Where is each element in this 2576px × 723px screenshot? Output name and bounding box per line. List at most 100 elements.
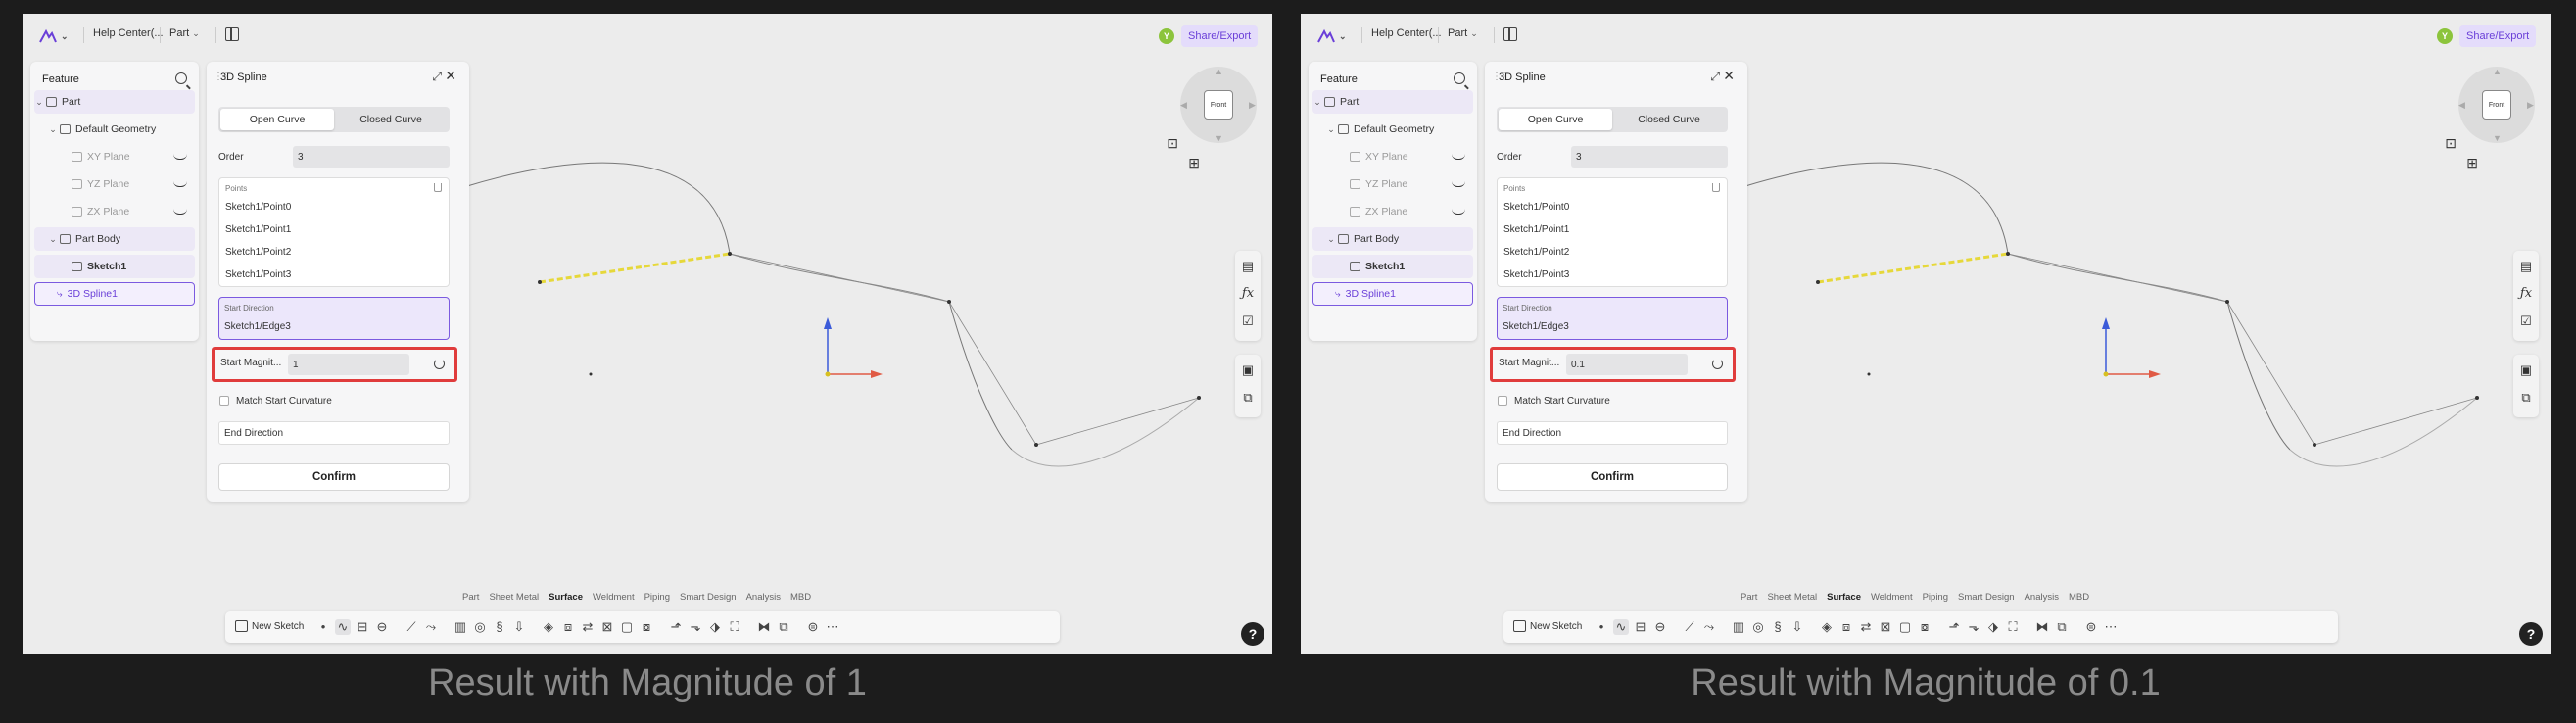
- confirm-button[interactable]: Confirm: [1497, 463, 1728, 491]
- reverse-icon[interactable]: [434, 359, 445, 369]
- chevron-down-icon[interactable]: ⌄: [1326, 124, 1336, 135]
- arrow-up-icon[interactable]: ▲: [2493, 67, 2502, 76]
- hidden-eye-icon[interactable]: [173, 154, 187, 160]
- offset-icon[interactable]: ⧈: [560, 619, 576, 635]
- arrow-down-icon[interactable]: ▼: [2493, 133, 2502, 143]
- search-icon[interactable]: [1454, 72, 1465, 84]
- tab-mbd[interactable]: MBD: [790, 592, 811, 607]
- point-item[interactable]: Sketch1/Point0: [225, 202, 291, 213]
- tree-item-yz-plane[interactable]: YZ Plane: [34, 172, 195, 196]
- curve-tool-icon[interactable]: ⤳: [423, 619, 439, 635]
- breadcrumb-part[interactable]: Part ⌄: [1448, 27, 1478, 39]
- end-direction-field[interactable]: End Direction: [218, 421, 450, 445]
- properties-icon[interactable]: ▤: [2518, 259, 2534, 274]
- tab-surface[interactable]: Surface: [1827, 592, 1861, 607]
- tab-sheet-metal[interactable]: Sheet Metal: [489, 592, 539, 607]
- fit-view-icon[interactable]: ⊡: [1167, 135, 1178, 152]
- split-icon[interactable]: ⬏: [668, 619, 684, 635]
- fill-icon[interactable]: ◈: [1819, 619, 1835, 635]
- curve-tool-icon[interactable]: ⊖: [1652, 619, 1668, 635]
- tab-analysis[interactable]: Analysis: [2025, 592, 2059, 607]
- loft-icon[interactable]: ⇩: [1789, 619, 1805, 635]
- closed-curve-option[interactable]: Closed Curve: [334, 109, 448, 130]
- tab-smart-design[interactable]: Smart Design: [680, 592, 737, 607]
- curve-tool-icon[interactable]: ⊟: [355, 619, 370, 635]
- spline-tool-icon[interactable]: ∿: [1613, 619, 1629, 635]
- hidden-eye-icon[interactable]: [173, 209, 187, 215]
- arrow-up-icon[interactable]: ▲: [1215, 67, 1223, 76]
- help-button[interactable]: ?: [2519, 622, 2543, 646]
- close-icon[interactable]: ✕: [1723, 68, 1735, 84]
- revolve-icon[interactable]: ◎: [1750, 619, 1766, 635]
- order-field[interactable]: 3: [293, 146, 450, 168]
- properties-icon[interactable]: ▤: [1240, 259, 1256, 274]
- tab-mbd[interactable]: MBD: [2069, 592, 2089, 607]
- arrow-left-icon[interactable]: ◀: [2458, 100, 2465, 111]
- chevron-down-icon[interactable]: ⌄: [1326, 234, 1336, 245]
- spline-tool-icon[interactable]: ∿: [335, 619, 351, 635]
- breadcrumb-help-center[interactable]: Help Center(...: [93, 27, 164, 39]
- mirror-icon[interactable]: ⧓: [2034, 619, 2050, 635]
- arrow-down-icon[interactable]: ▼: [1215, 133, 1223, 143]
- more-tools-icon[interactable]: ⋯: [2103, 619, 2119, 635]
- hidden-eye-icon[interactable]: [1452, 154, 1465, 160]
- view-cube[interactable]: ▲ ▼ ◀ ▶ Front: [1176, 63, 1261, 147]
- trim-icon[interactable]: ⊠: [1878, 619, 1893, 635]
- loft-icon[interactable]: ⇩: [511, 619, 527, 635]
- point-tool-icon[interactable]: •: [1594, 619, 1609, 635]
- tab-weldment[interactable]: Weldment: [1871, 592, 1913, 607]
- patch-icon[interactable]: ▢: [1897, 619, 1913, 635]
- curve-tool-icon[interactable]: ⊖: [374, 619, 390, 635]
- tab-part[interactable]: Part: [462, 592, 479, 607]
- tab-smart-design[interactable]: Smart Design: [1958, 592, 2015, 607]
- transform-icon[interactable]: ⧉: [2518, 390, 2534, 406]
- close-icon[interactable]: ✕: [445, 68, 456, 84]
- revolve-icon[interactable]: ◎: [472, 619, 488, 635]
- tree-item-part-body[interactable]: ⌄ Part Body: [34, 227, 195, 251]
- point-item[interactable]: Sketch1/Point3: [1503, 269, 1569, 280]
- tree-item-default-geometry[interactable]: ⌄ Default Geometry: [1312, 118, 1473, 141]
- point-item[interactable]: Sketch1/Point2: [225, 247, 291, 258]
- tab-piping[interactable]: Piping: [644, 592, 670, 607]
- match-curvature-checkbox[interactable]: [219, 396, 229, 406]
- reverse-icon[interactable]: [1712, 359, 1723, 369]
- avatar[interactable]: Y: [1159, 28, 1174, 44]
- avatar[interactable]: Y: [2437, 28, 2453, 44]
- new-sketch-button[interactable]: New Sketch: [235, 620, 304, 632]
- offset-icon[interactable]: ⧈: [1838, 619, 1854, 635]
- info-panel-icon[interactable]: ▣: [1240, 362, 1256, 378]
- hidden-eye-icon[interactable]: [1452, 209, 1465, 215]
- replace-face-icon[interactable]: ⛶: [2005, 619, 2021, 635]
- knit-icon[interactable]: ⧇: [639, 619, 654, 635]
- confirm-button[interactable]: Confirm: [218, 463, 450, 491]
- trash-icon[interactable]: [434, 183, 442, 192]
- app-logo-icon[interactable]: ⌄: [1316, 25, 1354, 47]
- tree-item-sketch1[interactable]: Sketch1: [1312, 255, 1473, 278]
- point-tool-icon[interactable]: •: [315, 619, 331, 635]
- tree-item-yz-plane[interactable]: YZ Plane: [1312, 172, 1473, 196]
- arrow-right-icon[interactable]: ▶: [1249, 100, 1256, 111]
- tree-item-default-geometry[interactable]: ⌄ Default Geometry: [34, 118, 195, 141]
- fit-view-icon[interactable]: ⊡: [2445, 135, 2457, 152]
- start-magnitude-input[interactable]: 0.1: [1566, 354, 1688, 375]
- view-cube[interactable]: ▲ ▼ ◀ ▶ Front: [2455, 63, 2539, 147]
- pin-icon[interactable]: ⤢: [432, 70, 442, 84]
- cube-face-front[interactable]: Front: [1204, 90, 1233, 120]
- tree-item-part[interactable]: ⌄ Part: [34, 90, 195, 114]
- chevron-down-icon[interactable]: ⌄: [34, 97, 44, 108]
- line-tool-icon[interactable]: ⟋: [404, 619, 419, 635]
- closed-curve-option[interactable]: Closed Curve: [1612, 109, 1726, 130]
- view-settings-icon[interactable]: ⊞: [2466, 155, 2478, 171]
- point-item[interactable]: Sketch1/Point2: [1503, 247, 1569, 258]
- breadcrumb-help-center[interactable]: Help Center(...: [1371, 27, 1442, 39]
- point-item[interactable]: Sketch1/Point1: [1503, 224, 1569, 235]
- tree-item-part-body[interactable]: ⌄ Part Body: [1312, 227, 1473, 251]
- points-list[interactable]: Points Sketch1/Point0 Sketch1/Point1 Ske…: [1497, 177, 1728, 287]
- split-icon[interactable]: ⬏: [1946, 619, 1962, 635]
- tab-piping[interactable]: Piping: [1923, 592, 1948, 607]
- points-list[interactable]: Points Sketch1/Point0 Sketch1/Point1 Ske…: [218, 177, 450, 287]
- measure-icon[interactable]: ⊜: [805, 619, 821, 635]
- tab-surface[interactable]: Surface: [549, 592, 583, 607]
- pattern-icon[interactable]: ⧉: [2054, 619, 2070, 635]
- replace-face-icon[interactable]: ⛶: [727, 619, 742, 635]
